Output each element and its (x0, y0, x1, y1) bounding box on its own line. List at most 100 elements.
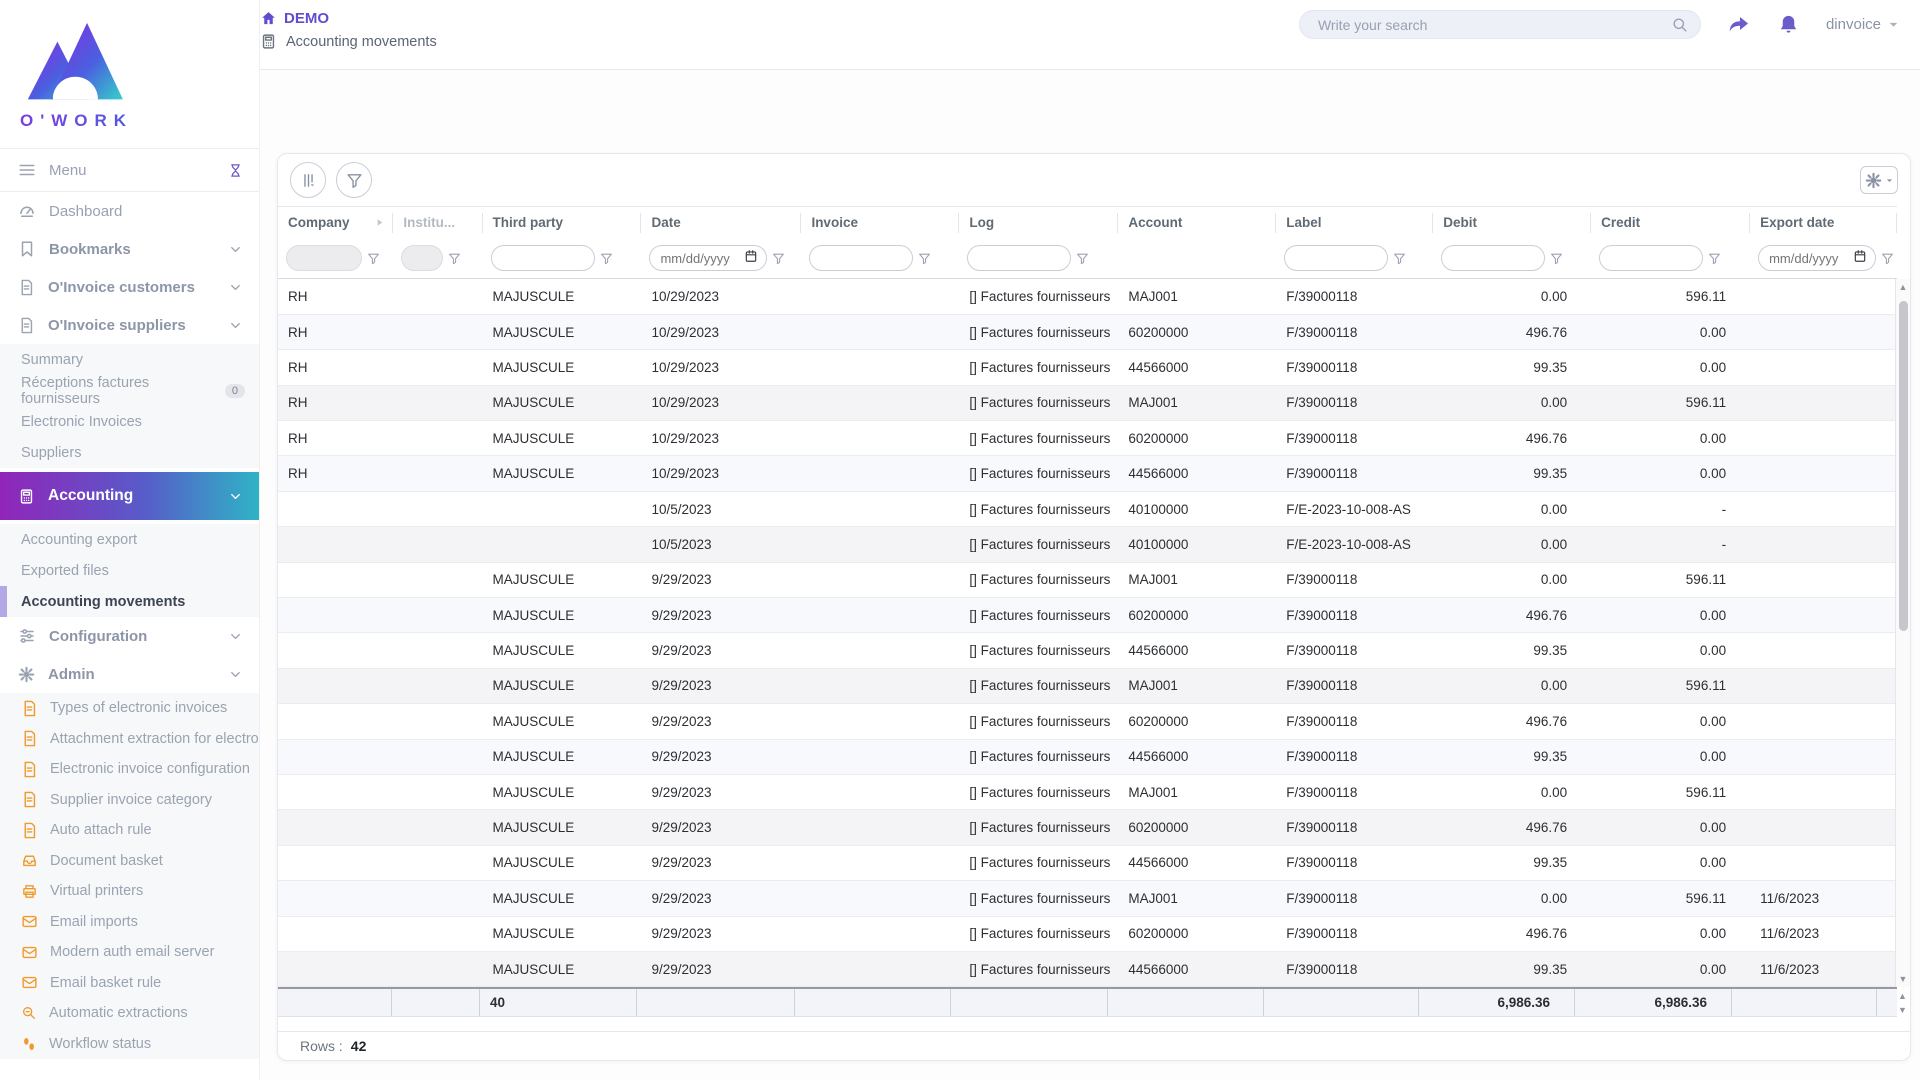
user-menu[interactable]: dinvoice (1826, 16, 1900, 33)
table-row[interactable]: 10/5/2023 [] Factures fournisseurs 4010000… (278, 491, 1897, 528)
scrollbar-thumb[interactable] (1899, 301, 1908, 631)
sidebar-subitem-summary[interactable]: Summary (0, 344, 259, 375)
sidebar-item-configuration[interactable]: Configuration (0, 617, 259, 655)
date-filter-input[interactable] (649, 245, 768, 272)
table-row[interactable]: RH MAJUSCULE 10/29/2023 [] Factures fournis… (278, 349, 1897, 386)
column-header-log[interactable]: Log (959, 206, 1119, 239)
sidebar-subitem-automatic-extractions[interactable]: Automatic extractions (0, 998, 259, 1029)
sidebar-subitem-exported-files[interactable]: Exported files (0, 555, 259, 586)
sidebar-subitem-suppliers[interactable]: Suppliers (0, 437, 259, 468)
sidebar-nav: Dashboard Bookmarks O'Invoice customers O'I… (0, 192, 259, 1059)
search-icon[interactable] (1671, 16, 1688, 33)
sidebar-subitem-electronic-invoices[interactable]: Electronic Invoices (0, 406, 259, 437)
sidebar-subitem-email-imports[interactable]: Email imports (0, 906, 259, 937)
table-row[interactable]: MAJUSCULE 9/29/2023 [] Factures fournisseu… (278, 703, 1897, 740)
sidebar-subitem-accounting-export[interactable]: Accounting export (0, 524, 259, 555)
funnel-icon[interactable] (600, 252, 613, 265)
sidebar-subitem-document-basket[interactable]: Document basket (0, 845, 259, 876)
totals-scrollbar[interactable]: ▲ ▼ (1895, 991, 1910, 1015)
sidebar-subitem-modern-auth-email-server[interactable]: Modern auth email server (0, 937, 259, 968)
table-row[interactable]: MAJUSCULE 9/29/2023 [] Factures fournisseu… (278, 809, 1897, 846)
funnel-icon[interactable] (367, 252, 380, 265)
column-header-third_party[interactable]: Third party (482, 206, 642, 239)
log-filter-input[interactable] (967, 245, 1072, 272)
sidebar-subitem-workflow-status[interactable]: Workflow status (0, 1028, 259, 1059)
table-row[interactable]: MAJUSCULE 9/29/2023 [] Factures fournisseu… (278, 632, 1897, 669)
table-row[interactable]: MAJUSCULE 9/29/2023 [] Factures fournisseu… (278, 845, 1897, 882)
menu-toggle-row[interactable]: Menu (0, 148, 259, 192)
credit-filter-input[interactable] (1599, 245, 1704, 272)
sidebar-subitem-attachment-extraction-for-electron[interactable]: Attachment extraction for electron (0, 723, 259, 754)
table-row[interactable]: 10/5/2023 [] Factures fournisseurs 4010000… (278, 526, 1897, 563)
label-filter-input[interactable] (1284, 245, 1389, 272)
sidebar-item-bookmarks[interactable]: Bookmarks (0, 230, 259, 268)
sidebar-subitem-virtual-printers[interactable]: Virtual printers (0, 876, 259, 907)
filter-button[interactable] (336, 162, 372, 198)
scroll-up-icon[interactable]: ▲ (1898, 991, 1907, 1001)
sidebar-subitem-email-basket-rule[interactable]: Email basket rule (0, 967, 259, 998)
table-row[interactable]: MAJUSCULE 9/29/2023 [] Factures fournisseu… (278, 562, 1897, 599)
table-row[interactable]: RH MAJUSCULE 10/29/2023 [] Factures fournis… (278, 314, 1897, 351)
sidebar-item-o-invoice-customers[interactable]: O'Invoice customers (0, 268, 259, 306)
column-header-institution[interactable]: Institu... (393, 206, 483, 239)
column-header-company[interactable]: Company (278, 206, 394, 239)
columns-button[interactable] (290, 162, 326, 198)
table-row[interactable]: MAJUSCULE 9/29/2023 [] Factures fournisseu… (278, 951, 1897, 987)
company-filter-input[interactable] (286, 245, 362, 272)
sidebar-subitem-supplier-invoice-category[interactable]: Supplier invoice category (0, 784, 259, 815)
table-row[interactable]: RH MAJUSCULE 10/29/2023 [] Factures fournis… (278, 385, 1897, 422)
sidebar-subitem-auto-attach-rule[interactable]: Auto attach rule (0, 815, 259, 846)
funnel-icon[interactable] (1076, 252, 1089, 265)
share-icon[interactable] (1727, 13, 1751, 37)
table-row[interactable]: MAJUSCULE 9/29/2023 [] Factures fournisseu… (278, 774, 1897, 811)
scroll-down-icon[interactable]: ▼ (1896, 974, 1910, 984)
table-row[interactable]: MAJUSCULE 9/29/2023 [] Factures fournisseu… (278, 597, 1897, 634)
invoice-filter-input[interactable] (809, 245, 914, 272)
global-search[interactable] (1298, 10, 1701, 39)
debit-filter-input[interactable] (1441, 245, 1546, 272)
funnel-icon[interactable] (1393, 252, 1406, 265)
sidebar-subitem-types-of-electronic-invoices[interactable]: Types of electronic invoices (0, 693, 259, 724)
caret-right-icon[interactable] (374, 216, 385, 231)
table-row[interactable]: MAJUSCULE 9/29/2023 [] Factures fournisseu… (278, 916, 1897, 952)
funnel-icon[interactable] (448, 252, 461, 265)
table-row[interactable]: MAJUSCULE 9/29/2023 [] Factures fournisseu… (278, 668, 1897, 705)
institution-filter-input[interactable] (401, 245, 444, 272)
table-settings-button[interactable] (1860, 166, 1898, 194)
search-input[interactable] (1317, 16, 1671, 33)
column-header-invoice[interactable]: Invoice (801, 206, 960, 239)
column-header-label[interactable]: Label (1276, 206, 1434, 239)
table-row[interactable]: MAJUSCULE 9/29/2023 [] Factures fournisseu… (278, 739, 1897, 775)
vertical-scrollbar[interactable]: ▲ ▼ (1895, 279, 1910, 987)
column-header-account[interactable]: Account (1118, 206, 1277, 239)
sidebar-item-dashboard[interactable]: Dashboard (0, 192, 259, 230)
sidebar-subitem-electronic-invoice-configuration[interactable]: Electronic invoice configuration (0, 754, 259, 785)
funnel-icon[interactable] (918, 252, 931, 265)
scroll-down-icon[interactable]: ▼ (1898, 1005, 1907, 1015)
sidebar-subitem-accounting-movements[interactable]: Accounting movements (0, 586, 259, 617)
hamburger-icon[interactable] (18, 161, 36, 179)
sidebar-item-admin[interactable]: Admin (0, 655, 259, 693)
bell-icon[interactable] (1777, 13, 1800, 36)
brand-logo[interactable]: O'WORK (0, 0, 259, 148)
column-header-export_date[interactable]: Export date (1750, 206, 1897, 239)
sidebar-subitem-r-ceptions-factures-fournisseurs[interactable]: Réceptions factures fournisseurs 0 (0, 375, 259, 407)
column-header-debit[interactable]: Debit (1433, 206, 1592, 239)
funnel-icon[interactable] (772, 252, 785, 265)
third_party-filter-input[interactable] (490, 245, 595, 272)
sidebar-item-o-invoice-suppliers[interactable]: O'Invoice suppliers (0, 306, 259, 344)
column-header-credit[interactable]: Credit (1591, 206, 1751, 239)
column-header-date[interactable]: Date (641, 206, 802, 239)
funnel-icon[interactable] (1550, 252, 1563, 265)
scroll-up-icon[interactable]: ▲ (1896, 282, 1910, 292)
breadcrumb-home[interactable]: DEMO (260, 10, 437, 27)
table-row[interactable]: MAJUSCULE 9/29/2023 [] Factures fournisseu… (278, 880, 1897, 917)
funnel-icon[interactable] (1708, 252, 1721, 265)
table-row[interactable]: RH MAJUSCULE 10/29/2023 [] Factures fournis… (278, 455, 1897, 492)
hourglass-icon[interactable] (228, 163, 243, 178)
funnel-icon[interactable] (1881, 252, 1894, 265)
sidebar-item-accounting[interactable]: Accounting (0, 472, 259, 520)
table-row[interactable]: RH MAJUSCULE 10/29/2023 [] Factures fournis… (278, 279, 1897, 315)
table-row[interactable]: RH MAJUSCULE 10/29/2023 [] Factures fournis… (278, 420, 1897, 457)
export_date-filter-input[interactable] (1758, 245, 1877, 272)
